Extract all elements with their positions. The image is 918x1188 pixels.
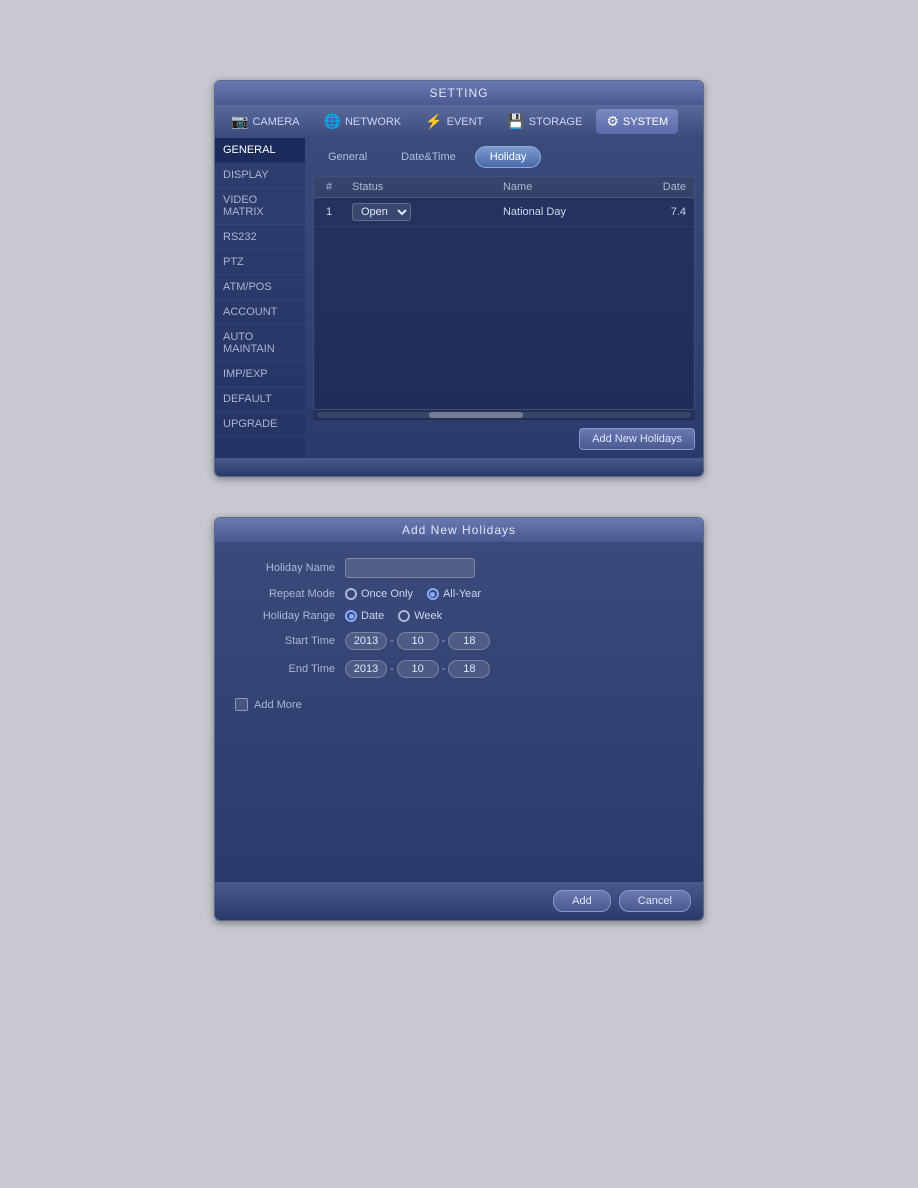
tab-general[interactable]: General (313, 146, 382, 168)
start-time-row: Start Time - - (235, 632, 683, 650)
nav-network-label: NETWORK (345, 116, 401, 128)
row-date: 7.4 (654, 198, 694, 227)
range-date-label: Date (361, 610, 384, 622)
repeat-mode-label: Repeat Mode (235, 588, 345, 600)
event-icon: ⚡ (425, 113, 442, 130)
repeat-allyear-label: All-Year (443, 588, 481, 600)
nav-storage[interactable]: 💾 STORAGE (497, 109, 592, 134)
cancel-button[interactable]: Cancel (619, 890, 691, 912)
holiday-name-label: Holiday Name (235, 562, 345, 574)
add-new-holidays-button[interactable]: Add New Holidays (579, 428, 695, 450)
tab-datetime[interactable]: Date&Time (386, 146, 471, 168)
start-year-input[interactable] (345, 632, 387, 650)
col-header-name: Name (495, 177, 654, 198)
holiday-table: # Status Name Date 1 Ope (314, 177, 694, 227)
sidebar-item-account[interactable]: ACCOUNT (215, 300, 305, 325)
nav-storage-label: STORAGE (529, 116, 583, 128)
start-sep1: - (390, 635, 394, 647)
add-more-checkbox[interactable] (235, 698, 248, 711)
nav-system-label: SYSTEM (623, 116, 668, 128)
holiday-table-container: # Status Name Date 1 Ope (313, 176, 695, 410)
nav-camera[interactable]: 📷 CAMERA (221, 109, 310, 134)
range-week-radio[interactable] (398, 610, 410, 622)
storage-icon: 💾 (507, 113, 524, 130)
system-icon: ⚙ (606, 113, 619, 130)
start-month-input[interactable] (397, 632, 439, 650)
sidebar-item-imp-exp[interactable]: IMP/EXP (215, 362, 305, 387)
sidebar-item-video-matrix[interactable]: VIDEO MATRIX (215, 188, 305, 225)
range-week-option[interactable]: Week (398, 610, 442, 622)
row-num: 1 (314, 198, 344, 227)
nav-system[interactable]: ⚙ SYSTEM (596, 109, 678, 134)
row-status[interactable]: Open Close (344, 198, 495, 227)
end-day-input[interactable] (448, 660, 490, 678)
start-time-label: Start Time (235, 635, 345, 647)
sidebar-item-ptz[interactable]: PTZ (215, 250, 305, 275)
range-week-label: Week (414, 610, 442, 622)
end-time-fields: - - (345, 660, 490, 678)
repeat-once-label: Once Only (361, 588, 413, 600)
col-header-num: # (314, 177, 344, 198)
end-time-label: End Time (235, 663, 345, 675)
col-header-date: Date (654, 177, 694, 198)
end-time-row: End Time - - (235, 660, 683, 678)
start-time-fields: - - (345, 632, 490, 650)
end-sep2: - (442, 663, 446, 675)
top-panel-bottom-bar (215, 458, 703, 476)
setting-title: SETTING (215, 81, 703, 105)
status-dropdown[interactable]: Open Close (352, 203, 411, 221)
repeat-allyear-option[interactable]: All-Year (427, 588, 481, 600)
end-month-input[interactable] (397, 660, 439, 678)
sidebar-item-rs232[interactable]: RS232 (215, 225, 305, 250)
holiday-range-label: Holiday Range (235, 610, 345, 622)
camera-icon: 📷 (231, 113, 248, 130)
network-icon: 🌐 (324, 113, 341, 130)
sidebar-item-display[interactable]: DISPLAY (215, 163, 305, 188)
nav-network[interactable]: 🌐 NETWORK (314, 109, 412, 134)
nav-camera-label: CAMERA (252, 116, 299, 128)
row-name: National Day (495, 198, 654, 227)
content-area: GENERAL DISPLAY VIDEO MATRIX RS232 PTZ A… (215, 138, 703, 458)
repeat-mode-group: Once Only All-Year (345, 588, 481, 600)
sidebar-item-auto-maintain[interactable]: AUTO MAINTAIN (215, 325, 305, 362)
start-day-input[interactable] (448, 632, 490, 650)
add-holidays-title: Add New Holidays (215, 518, 703, 542)
sidebar-item-general[interactable]: GENERAL (215, 138, 305, 163)
col-header-status: Status (344, 177, 495, 198)
nav-event-label: EVENT (447, 116, 484, 128)
repeat-once-radio[interactable] (345, 588, 357, 600)
holiday-name-input[interactable] (345, 558, 475, 578)
start-sep2: - (442, 635, 446, 647)
end-sep1: - (390, 663, 394, 675)
sidebar-item-upgrade[interactable]: UPGRADE (215, 412, 305, 437)
holiday-name-row: Holiday Name (235, 558, 683, 578)
table-row: 1 Open Close National Day 7.4 (314, 198, 694, 227)
range-date-radio[interactable] (345, 610, 357, 622)
end-year-input[interactable] (345, 660, 387, 678)
form-area: Holiday Name Repeat Mode Once Only All-Y… (215, 542, 703, 882)
add-more-label: Add More (254, 699, 302, 711)
nav-event[interactable]: ⚡ EVENT (415, 109, 493, 134)
holiday-range-row: Holiday Range Date Week (235, 610, 683, 622)
sidebar-item-default[interactable]: DEFAULT (215, 387, 305, 412)
tab-holiday[interactable]: Holiday (475, 146, 542, 168)
repeat-allyear-radio[interactable] (427, 588, 439, 600)
tab-bar: General Date&Time Holiday (313, 146, 695, 168)
add-button[interactable]: Add (553, 890, 611, 912)
repeat-once-option[interactable]: Once Only (345, 588, 413, 600)
scrollbar-thumb[interactable] (429, 412, 523, 418)
main-content: General Date&Time Holiday # Status Name … (305, 138, 703, 458)
sidebar-item-atm-pos[interactable]: ATM/POS (215, 275, 305, 300)
repeat-mode-row: Repeat Mode Once Only All-Year (235, 588, 683, 600)
holiday-range-group: Date Week (345, 610, 442, 622)
scrollbar-area[interactable] (313, 410, 695, 420)
action-bar: Add Cancel (215, 882, 703, 920)
scrollbar-track[interactable] (317, 412, 691, 418)
range-date-option[interactable]: Date (345, 610, 384, 622)
sidebar: GENERAL DISPLAY VIDEO MATRIX RS232 PTZ A… (215, 138, 305, 458)
nav-bar: 📷 CAMERA 🌐 NETWORK ⚡ EVENT 💾 STORAGE ⚙ S… (215, 105, 703, 138)
add-more-row: Add More (235, 698, 683, 711)
